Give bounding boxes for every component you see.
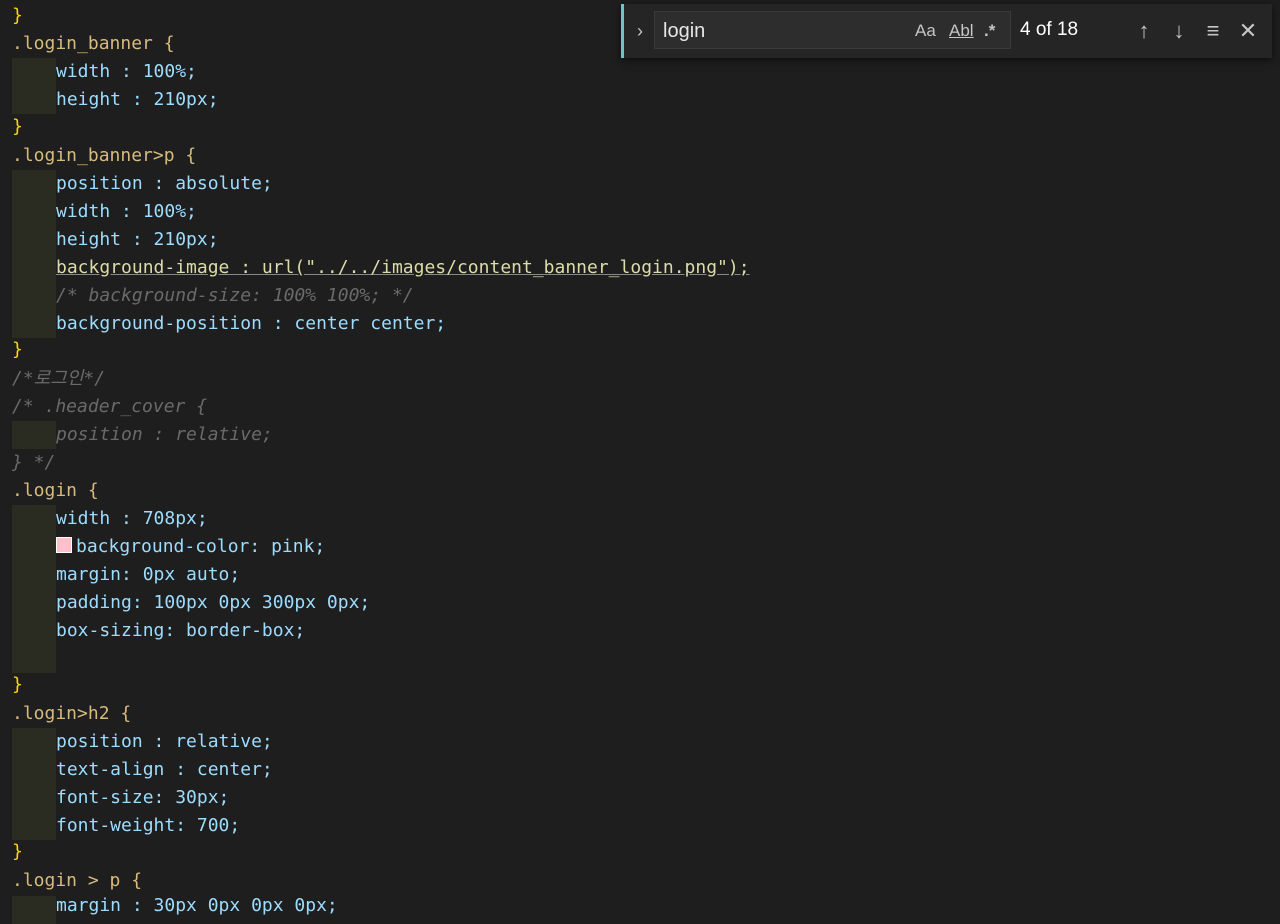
code-line: height : 210px; <box>12 86 219 114</box>
selector-text: .login { <box>12 480 99 501</box>
chevron-right-icon[interactable]: › <box>631 18 649 44</box>
code-line: } <box>12 113 23 141</box>
indent-guide <box>12 645 56 673</box>
declaration: width : 708px; <box>56 508 208 529</box>
code-line: text-align : center; <box>12 756 273 784</box>
code-line: background-image : url("../../images/con… <box>12 254 750 282</box>
comment: } */ <box>12 452 56 473</box>
find-input-box: Aa Abl .* <box>654 11 1011 49</box>
whole-word-button[interactable]: Abl <box>949 19 974 43</box>
selector-text: .login_banner { <box>12 33 175 54</box>
declaration: background-color: pink; <box>76 536 326 557</box>
code-line-login-h2: .login>h2 { <box>12 700 131 728</box>
code-line: /* background-size: 100% 100%; */ <box>12 282 414 310</box>
find-in-selection-icon[interactable]: ≡ <box>1198 16 1228 46</box>
code-line: width : 100%; <box>12 198 197 226</box>
declaration: position : absolute; <box>56 173 273 194</box>
regex-button[interactable]: .* <box>984 19 995 43</box>
declaration: padding: 100px 0px 300px 0px; <box>56 592 371 613</box>
code-line: position : relative; <box>12 421 273 449</box>
code-line: position : relative; <box>12 728 273 756</box>
declaration: width : 100%; <box>56 201 197 222</box>
declaration: width : 100%; <box>56 61 197 82</box>
declaration: font-weight: 700; <box>56 815 241 836</box>
code-editor[interactable]: } .login_banner { width : 100%; height :… <box>0 0 1280 924</box>
code-line: background-color: pink; <box>12 533 325 561</box>
selector-text: .login_banner>p { <box>12 145 197 166</box>
code-line-login-banner-p: .login_banner>p { <box>12 142 196 170</box>
comment: position : relative; <box>56 424 273 445</box>
find-input[interactable] <box>661 17 905 45</box>
close-icon[interactable]: ✕ <box>1233 16 1263 46</box>
brace: } <box>12 674 23 695</box>
declaration: margin: 0px auto; <box>56 564 241 585</box>
declaration: height : 210px; <box>56 229 219 250</box>
comment: /*로그인*/ <box>12 368 106 389</box>
code-line: margin: 0px auto; <box>12 561 240 589</box>
comment: /* background-size: 100% 100%; */ <box>56 285 414 306</box>
code-line: height : 210px; <box>12 226 219 254</box>
arrow-up-icon[interactable]: ↑ <box>1129 16 1159 46</box>
find-widget-sash[interactable] <box>621 4 624 58</box>
declaration: box-sizing: border-box; <box>56 620 306 641</box>
brace: } <box>12 5 23 26</box>
brace: } <box>12 116 23 137</box>
code-line: position : absolute; <box>12 170 273 198</box>
declaration: text-align : center; <box>56 759 273 780</box>
code-line: background-position : center center; <box>12 310 446 338</box>
match-case-button[interactable]: Aa <box>915 19 936 43</box>
match-count: 4 of 18 <box>1020 19 1079 40</box>
arrow-down-icon[interactable]: ↓ <box>1164 16 1194 46</box>
code-line: width : 708px; <box>12 505 208 533</box>
code-line: } <box>12 838 23 866</box>
code-line: } <box>12 2 23 30</box>
code-line: padding: 100px 0px 300px 0px; <box>12 589 370 617</box>
selector-text: .login>h2 { <box>12 703 132 724</box>
code-line: box-sizing: border-box; <box>12 617 305 645</box>
code-line: font-weight: 700; <box>12 812 240 840</box>
code-line: /* .header_cover { <box>12 393 207 421</box>
declaration: position : relative; <box>56 731 273 752</box>
declaration: background-position : center center; <box>56 313 447 334</box>
code-line: } <box>12 336 23 364</box>
color-swatch[interactable] <box>56 537 72 553</box>
code-line: margin : 30px 0px 0px 0px; <box>12 892 338 920</box>
code-line: } */ <box>12 449 55 477</box>
declaration: font-size: 30px; <box>56 787 230 808</box>
brace: } <box>12 339 23 360</box>
code-line: width : 100%; <box>12 58 197 86</box>
code-line-login-p: .login > p { <box>12 867 142 895</box>
code-line: /*로그인*/ <box>12 365 105 393</box>
code-line: font-size: 30px; <box>12 784 229 812</box>
find-widget: › Aa Abl .* 4 of 18 ↑ ↓ ≡ ✕ <box>621 4 1272 58</box>
code-line: } <box>12 671 23 699</box>
code-line-login: .login { <box>12 477 99 505</box>
declaration: background-image : url("../../images/con… <box>56 257 750 278</box>
comment: /* .header_cover { <box>12 396 208 417</box>
brace: } <box>12 841 23 862</box>
selector-text: .login > p { <box>12 870 143 891</box>
declaration: height : 210px; <box>56 89 219 110</box>
code-line-login-banner: .login_banner { <box>12 30 175 58</box>
